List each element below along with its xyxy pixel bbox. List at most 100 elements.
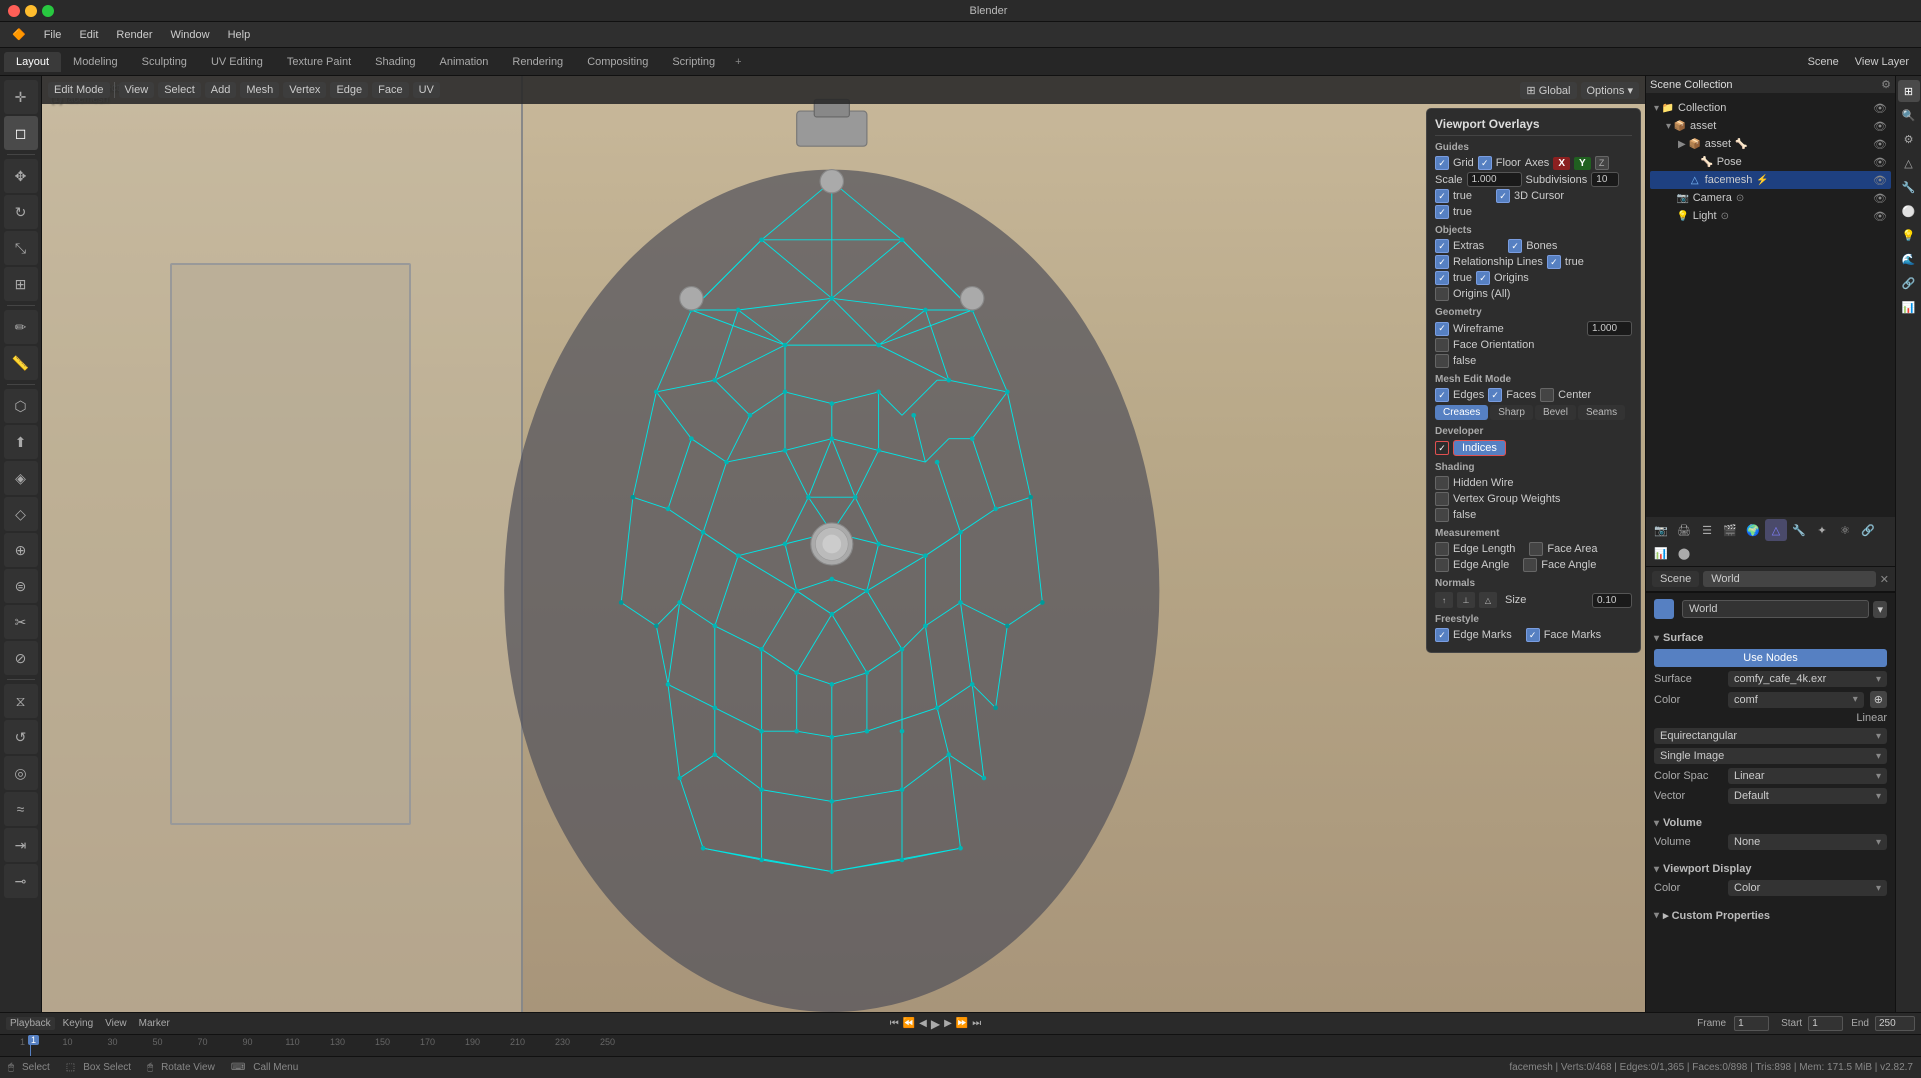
viewport-face-menu[interactable]: Face [372, 82, 408, 98]
tab-sculpting[interactable]: Sculpting [130, 52, 199, 72]
view-label[interactable]: View [101, 1017, 131, 1030]
single-image-dropdown[interactable]: Single Image [1654, 748, 1887, 764]
tool-slide-relax[interactable]: ⇥ [4, 828, 38, 862]
props-scene-btn[interactable]: 🎬 [1719, 519, 1741, 541]
jump-end-btn[interactable]: ⏭ [972, 1018, 981, 1029]
prev-keyframe-btn[interactable]: ⏪ [903, 1018, 915, 1029]
asset-child-item[interactable]: ▶ 📦 asset 🦴 👁 [1650, 135, 1891, 153]
rsb-item-2[interactable]: 🔍 [1898, 104, 1920, 126]
tool-transform[interactable]: ⊞ [4, 267, 38, 301]
face-marks-checkbox[interactable] [1526, 628, 1540, 642]
maximize-button[interactable] [42, 5, 54, 17]
props-view-layer-btn[interactable]: ☰ [1696, 519, 1718, 541]
tab-uv-editing[interactable]: UV Editing [199, 52, 275, 72]
tool-scale[interactable]: ⤡ [4, 231, 38, 265]
world-btn[interactable]: World [1703, 571, 1876, 587]
menu-render[interactable]: Render [108, 27, 160, 43]
camera-eye[interactable]: 👁 [1873, 192, 1887, 205]
collection-eye[interactable]: 👁 [1873, 102, 1887, 115]
tool-knife[interactable]: ✂ [4, 605, 38, 639]
tool-shear[interactable]: ⧖ [4, 684, 38, 718]
edge-marks-checkbox[interactable] [1435, 628, 1449, 642]
color-display-dropdown[interactable]: Color [1728, 880, 1887, 896]
grid-checkbox[interactable] [1435, 156, 1449, 170]
pose-item[interactable]: ▶ 🦴 Pose 👁 [1650, 153, 1891, 171]
vertex-group-weights-checkbox[interactable] [1435, 492, 1449, 506]
timeline-body[interactable]: 1 10 30 50 70 90 110 130 150 170 190 210… [0, 1035, 1921, 1056]
tab-texture-paint[interactable]: Texture Paint [275, 52, 363, 72]
color-value-dropdown[interactable]: comf [1728, 692, 1864, 708]
tool-rotate[interactable]: ↻ [4, 195, 38, 229]
scale-input[interactable] [1467, 172, 1522, 187]
viewport-select-menu[interactable]: Select [158, 82, 201, 98]
view-layer-selector[interactable]: View Layer [1847, 54, 1917, 70]
menu-window[interactable]: Window [162, 27, 217, 43]
viewport-edge-menu[interactable]: Edge [330, 82, 368, 98]
loop-normals-btn[interactable]: ⊥ [1457, 592, 1475, 608]
menu-help[interactable]: Help [220, 27, 259, 43]
face-orientation-checkbox[interactable] [1435, 338, 1449, 352]
props-close-btn[interactable]: ✕ [1880, 573, 1889, 586]
collection-arrow[interactable]: ▾ [1654, 103, 1659, 114]
face-angle-checkbox[interactable] [1523, 558, 1537, 572]
next-keyframe-btn[interactable]: ⏩ [956, 1018, 968, 1029]
rsb-item-1[interactable]: ⊞ [1898, 80, 1920, 102]
motion-paths-checkbox[interactable] [1547, 255, 1561, 269]
camera-item[interactable]: ▶ 📷 Camera ⊙ 👁 [1650, 189, 1891, 207]
world-browse-btn[interactable]: ▾ [1873, 601, 1887, 618]
vertex-normals-btn[interactable]: ↑ [1435, 592, 1453, 608]
motion-tracking-checkbox[interactable] [1435, 354, 1449, 368]
viewport-vertex-menu[interactable]: Vertex [283, 82, 326, 98]
rsb-item-8[interactable]: 🌊 [1898, 248, 1920, 270]
edges-checkbox[interactable] [1435, 388, 1449, 402]
global-space-selector[interactable]: ⊞ Global [1520, 82, 1576, 99]
asset-eye[interactable]: 👁 [1873, 120, 1887, 133]
tool-select[interactable]: ◻ [4, 116, 38, 150]
center-checkbox[interactable] [1540, 388, 1554, 402]
props-render-btn[interactable]: 📷 [1650, 519, 1672, 541]
equirect-dropdown[interactable]: Equirectangular [1654, 728, 1887, 744]
tool-push-pull[interactable]: ⊸ [4, 864, 38, 898]
custom-props-header[interactable]: ▸ Custom Properties [1654, 906, 1887, 925]
viewport-add-menu[interactable]: Add [205, 82, 237, 98]
scene-selector[interactable]: Scene [1800, 54, 1847, 70]
menu-blender[interactable]: 🔶 [4, 26, 34, 43]
props-physics-btn[interactable]: ⚛ [1834, 519, 1856, 541]
props-material-btn[interactable]: ⬤ [1673, 542, 1695, 564]
tool-add-cube[interactable]: ⬡ [4, 389, 38, 423]
tool-randomize[interactable]: ≈ [4, 792, 38, 826]
axis-x-btn[interactable]: X [1553, 157, 1570, 170]
viewport-view-menu[interactable]: View [119, 82, 155, 98]
vector-dropdown[interactable]: Default [1728, 788, 1887, 804]
end-frame-input[interactable] [1875, 1016, 1915, 1031]
tab-layout[interactable]: Layout [4, 52, 61, 72]
tool-bisect[interactable]: ⊘ [4, 641, 38, 675]
extras-checkbox[interactable] [1435, 239, 1449, 253]
rsb-item-9[interactable]: 🔗 [1898, 272, 1920, 294]
minimize-button[interactable] [25, 5, 37, 17]
seams-tab[interactable]: Seams [1578, 405, 1625, 420]
rsb-item-5[interactable]: 🔧 [1898, 176, 1920, 198]
keying-label[interactable]: Keying [59, 1017, 98, 1030]
tab-rendering[interactable]: Rendering [500, 52, 575, 72]
bevel-tab[interactable]: Bevel [1535, 405, 1576, 420]
rsb-item-7[interactable]: 💡 [1898, 224, 1920, 246]
props-object-btn[interactable]: △ [1765, 519, 1787, 541]
floor-checkbox[interactable] [1478, 156, 1492, 170]
surface-value-dropdown[interactable]: comfy_cafe_4k.exr [1728, 671, 1887, 687]
viewport-mesh-menu[interactable]: Mesh [240, 82, 279, 98]
rsb-item-4[interactable]: △ [1898, 152, 1920, 174]
facemesh-eye[interactable]: 👁 [1873, 174, 1887, 187]
asset-arrow[interactable]: ▾ [1666, 121, 1671, 132]
next-frame-btn[interactable]: ▶ [944, 1018, 952, 1029]
props-output-btn[interactable]: 🖨 [1673, 519, 1695, 541]
faces-checkbox[interactable] [1488, 388, 1502, 402]
rsb-item-6[interactable]: ⚪ [1898, 200, 1920, 222]
viewport-uv-menu[interactable]: UV [413, 82, 440, 98]
subdivisions-input[interactable] [1591, 172, 1619, 187]
tool-bevel[interactable]: ◇ [4, 497, 38, 531]
outline-selected-checkbox[interactable] [1435, 271, 1449, 285]
viewport-options[interactable]: Options ▾ [1581, 82, 1640, 99]
3d-viewport[interactable]: Edit Mode View Select Add Mesh Vertex Ed… [42, 76, 1645, 1012]
tab-animation[interactable]: Animation [428, 52, 501, 72]
